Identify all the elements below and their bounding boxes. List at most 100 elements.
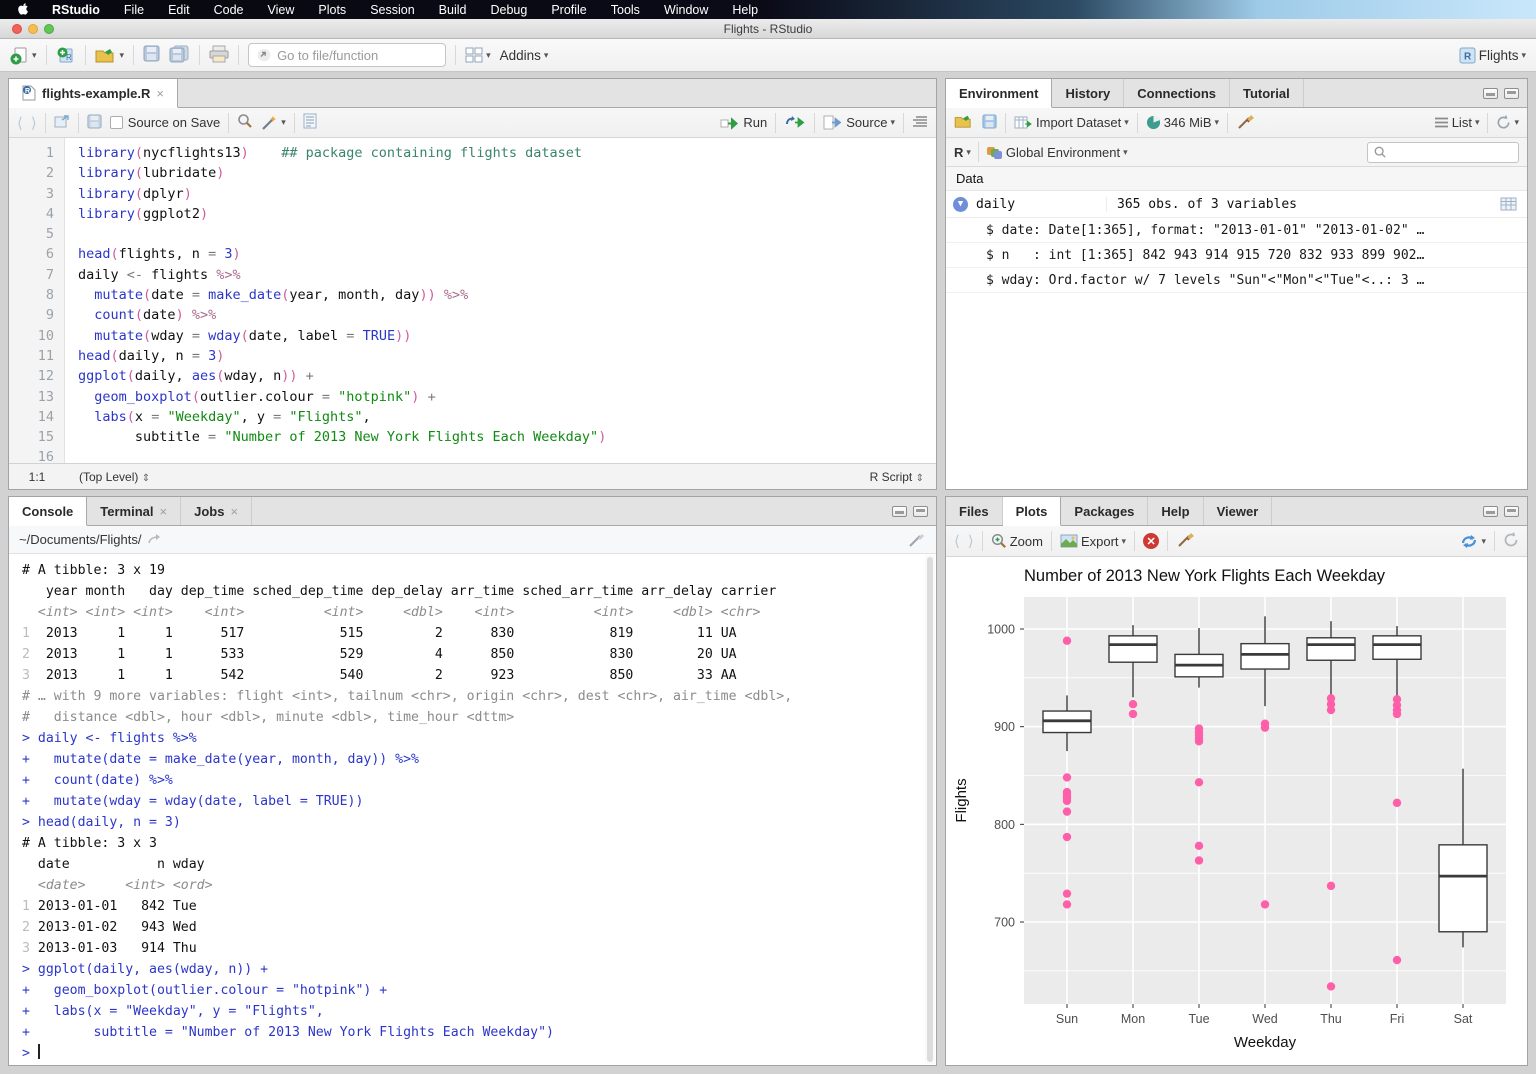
tab-plots[interactable]: Plots	[1002, 497, 1062, 526]
menu-item-edit[interactable]: Edit	[168, 3, 190, 17]
new-file-dropdown-icon[interactable]: ▾	[32, 50, 37, 61]
popout-icon[interactable]	[54, 114, 70, 131]
close-tab-icon[interactable]: ×	[230, 504, 238, 519]
memory-usage-button[interactable]: 346 MiB ▾	[1146, 115, 1219, 130]
source-button[interactable]: Source ▾	[823, 115, 895, 130]
workspace-panes-button[interactable]: ▾	[465, 47, 491, 63]
editor-code[interactable]: library(nycflights13) ## package contain…	[65, 138, 936, 463]
find-replace-icon[interactable]	[237, 113, 253, 132]
code-line: library(dplyr)	[78, 185, 192, 202]
console-line: 3 2013 1 1 542 540 2 923 850 33 AA	[22, 668, 777, 683]
document-outline-icon[interactable]	[912, 115, 928, 131]
file-type-selector[interactable]: R Script ⇕	[870, 470, 936, 484]
publish-button[interactable]: ▾	[1460, 534, 1486, 549]
load-workspace-icon[interactable]	[954, 114, 974, 132]
next-plot-icon[interactable]: ⟩	[968, 532, 974, 550]
scope-selector[interactable]: (Top Level) ⇕	[65, 470, 150, 484]
minimize-pane-icon[interactable]	[1483, 505, 1498, 517]
compile-report-icon[interactable]	[303, 113, 317, 132]
tab-environment[interactable]: Environment	[946, 79, 1053, 108]
open-file-dropdown-icon[interactable]: ▾	[120, 50, 125, 61]
menu-item-code[interactable]: Code	[214, 3, 244, 17]
forward-icon[interactable]: ⟩	[31, 114, 37, 132]
r-language-selector[interactable]: R ▾	[954, 145, 971, 160]
console-scrollbar[interactable]	[925, 555, 935, 1064]
back-icon[interactable]: ⟨	[17, 114, 23, 132]
rerun-icon[interactable]	[784, 114, 806, 131]
code-editor[interactable]: 1 2 3 4 5 6 7 8 9 10 11 12 13 14 15 16 library(nycfligh…	[9, 138, 936, 463]
maximize-pane-icon[interactable]	[913, 505, 928, 517]
svg-text:R: R	[25, 88, 30, 95]
maximize-pane-icon[interactable]	[1504, 87, 1519, 99]
save-all-button[interactable]	[169, 45, 190, 66]
tab-tutorial[interactable]: Tutorial	[1230, 79, 1304, 107]
save-file-icon[interactable]	[87, 113, 102, 132]
environment-dropdown-icon: ▾	[1123, 146, 1128, 157]
tab-packages[interactable]: Packages	[1061, 497, 1149, 525]
minimize-pane-icon[interactable]	[1483, 87, 1498, 99]
goto-file-search[interactable]	[248, 43, 447, 67]
new-file-button[interactable]: ▾	[10, 46, 37, 65]
menu-item-view[interactable]: View	[268, 3, 295, 17]
new-project-button[interactable]: R	[56, 46, 76, 65]
menu-item-help[interactable]: Help	[732, 3, 758, 17]
clear-console-icon[interactable]	[908, 532, 926, 548]
list-view-button[interactable]: List ▾	[1434, 115, 1479, 130]
tab-connections[interactable]: Connections	[1124, 79, 1230, 107]
refresh-environment-button[interactable]: ▾	[1496, 115, 1519, 130]
previous-plot-icon[interactable]: ⟨	[954, 532, 960, 550]
print-button[interactable]	[209, 45, 229, 66]
close-tab-icon[interactable]: ×	[156, 86, 164, 101]
tab-history[interactable]: History	[1052, 79, 1125, 107]
project-menu-button[interactable]: R Flights ▾	[1459, 47, 1526, 64]
code-tools-button[interactable]: ▾	[261, 115, 286, 131]
save-button[interactable]	[143, 45, 160, 65]
run-button[interactable]: Run	[720, 115, 767, 130]
console-output[interactable]: # A tibble: 3 x 19 year month day dep_ti…	[9, 554, 924, 1065]
source-dropdown-icon[interactable]: ▾	[890, 117, 895, 128]
zoom-plot-button[interactable]: Zoom	[991, 533, 1043, 549]
menu-item-plots[interactable]: Plots	[318, 3, 346, 17]
menu-item-build[interactable]: Build	[439, 3, 467, 17]
view-table-icon[interactable]	[1500, 197, 1517, 211]
menu-item-file[interactable]: File	[124, 3, 144, 17]
maximize-pane-icon[interactable]	[1504, 505, 1519, 517]
tab-flights-example[interactable]: R flights-example.R ×	[9, 79, 178, 108]
source-on-save-checkbox[interactable]	[109, 116, 123, 129]
object-row-daily[interactable]: ▼ daily 365 obs. of 3 variables	[946, 191, 1527, 218]
environment-search-input[interactable]	[1391, 145, 1509, 159]
panes-dropdown-icon[interactable]: ▾	[486, 50, 491, 61]
tab-viewer[interactable]: Viewer	[1204, 497, 1273, 525]
menu-item-session[interactable]: Session	[370, 3, 414, 17]
close-tab-icon[interactable]: ×	[160, 504, 168, 519]
expand-object-icon[interactable]: ▼	[953, 196, 968, 212]
tab-help[interactable]: Help	[1148, 497, 1204, 525]
addins-button[interactable]: Addins ▾	[500, 48, 549, 63]
open-file-button[interactable]: ▾	[95, 47, 125, 64]
save-workspace-icon[interactable]	[982, 113, 997, 132]
minimize-pane-icon[interactable]	[892, 505, 907, 517]
goto-directory-icon[interactable]	[148, 533, 162, 546]
menu-item-window[interactable]: Window	[664, 3, 708, 17]
clear-all-plots-icon[interactable]	[1176, 531, 1195, 551]
menu-item-debug[interactable]: Debug	[490, 3, 527, 17]
menu-item-tools[interactable]: Tools	[611, 3, 640, 17]
tab-jobs[interactable]: Jobs ×	[181, 497, 253, 525]
tab-console[interactable]: Console	[9, 497, 88, 526]
environment-search[interactable]	[1367, 141, 1519, 163]
export-plot-button[interactable]: Export ▾	[1060, 534, 1126, 549]
refresh-plot-icon[interactable]	[1503, 531, 1519, 551]
environment-selector[interactable]: Global Environment ▾	[986, 145, 1128, 160]
import-dataset-button[interactable]: Import Dataset ▾	[1014, 115, 1129, 130]
object-field-row: $ n : int [1:365] 842 943 914 915 720 83…	[946, 243, 1527, 268]
tab-files[interactable]: Files	[946, 497, 1003, 525]
line-number: 1	[45, 145, 54, 161]
source-on-save-toggle[interactable]: Source on Save	[109, 115, 220, 130]
menu-item-rstudio[interactable]: RStudio	[52, 3, 100, 17]
tab-terminal[interactable]: Terminal ×	[87, 497, 182, 525]
menu-item-profile[interactable]: Profile	[551, 3, 586, 17]
apple-menu-icon[interactable]	[16, 2, 28, 17]
remove-plot-button[interactable]: ✕	[1143, 533, 1160, 549]
goto-file-input[interactable]	[277, 47, 428, 63]
clear-objects-icon[interactable]	[1236, 113, 1255, 133]
